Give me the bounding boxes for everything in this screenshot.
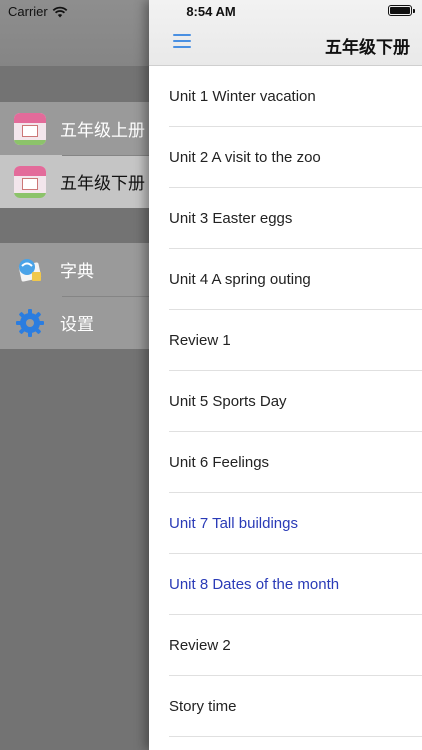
nav-bar: 8:54 AM 五年级下册 xyxy=(149,0,422,66)
tools-list: 字典 设置 xyxy=(0,243,160,349)
list-item[interactable]: Story time xyxy=(149,676,422,737)
list-item[interactable]: Unit 7 Tall buildings xyxy=(149,493,422,554)
list-item[interactable]: Review 1 xyxy=(149,310,422,371)
list-item[interactable]: Unit 6 Feelings xyxy=(149,432,422,493)
book-list: 五年级上册 五年级下册 xyxy=(0,102,160,208)
side-item-settings[interactable]: 设置 xyxy=(0,296,160,349)
list-item[interactable]: Unit 3 Easter eggs xyxy=(149,188,422,249)
list-item[interactable]: Unit 1 Winter vacation xyxy=(149,66,422,127)
side-item-label: 五年级下册 xyxy=(60,174,145,193)
side-item-book-1[interactable]: 五年级上册 xyxy=(0,102,160,155)
lesson-panel: 8:54 AM 五年级下册 Unit 1 Winter vacation Uni… xyxy=(149,0,422,750)
book-cover-icon xyxy=(14,165,46,198)
list-item[interactable]: Unit 5 Sports Day xyxy=(149,371,422,432)
status-carrier: Carrier xyxy=(8,4,68,19)
list-item[interactable]: Unit 2 A visit to the zoo xyxy=(149,127,422,188)
side-menu: Carrier 五年级上册 五年级下册 字典 设置 xyxy=(0,0,160,750)
side-menu-header: Carrier xyxy=(0,0,160,66)
side-item-label: 五年级上册 xyxy=(60,121,145,140)
hamburger-menu-icon[interactable] xyxy=(173,34,191,48)
list-item[interactable]: Review 2 xyxy=(149,615,422,676)
side-item-book-2[interactable]: 五年级下册 xyxy=(0,155,160,208)
battery-icon xyxy=(388,5,415,16)
carrier-label: Carrier xyxy=(8,4,48,19)
side-item-label: 设置 xyxy=(60,315,94,334)
book-cover-icon xyxy=(14,112,46,145)
list-item[interactable]: Unit 8 Dates of the month xyxy=(149,554,422,615)
side-item-label: 字典 xyxy=(60,262,94,281)
page-title: 五年级下册 xyxy=(325,38,410,57)
lesson-list: Unit 1 Winter vacation Unit 2 A visit to… xyxy=(149,66,422,737)
dictionary-icon xyxy=(18,258,42,282)
gear-icon xyxy=(16,308,44,337)
list-item[interactable]: Unit 4 A spring outing xyxy=(149,249,422,310)
status-time: 8:54 AM xyxy=(186,4,236,19)
wifi-icon xyxy=(52,6,68,17)
side-item-dictionary[interactable]: 字典 xyxy=(0,243,160,296)
